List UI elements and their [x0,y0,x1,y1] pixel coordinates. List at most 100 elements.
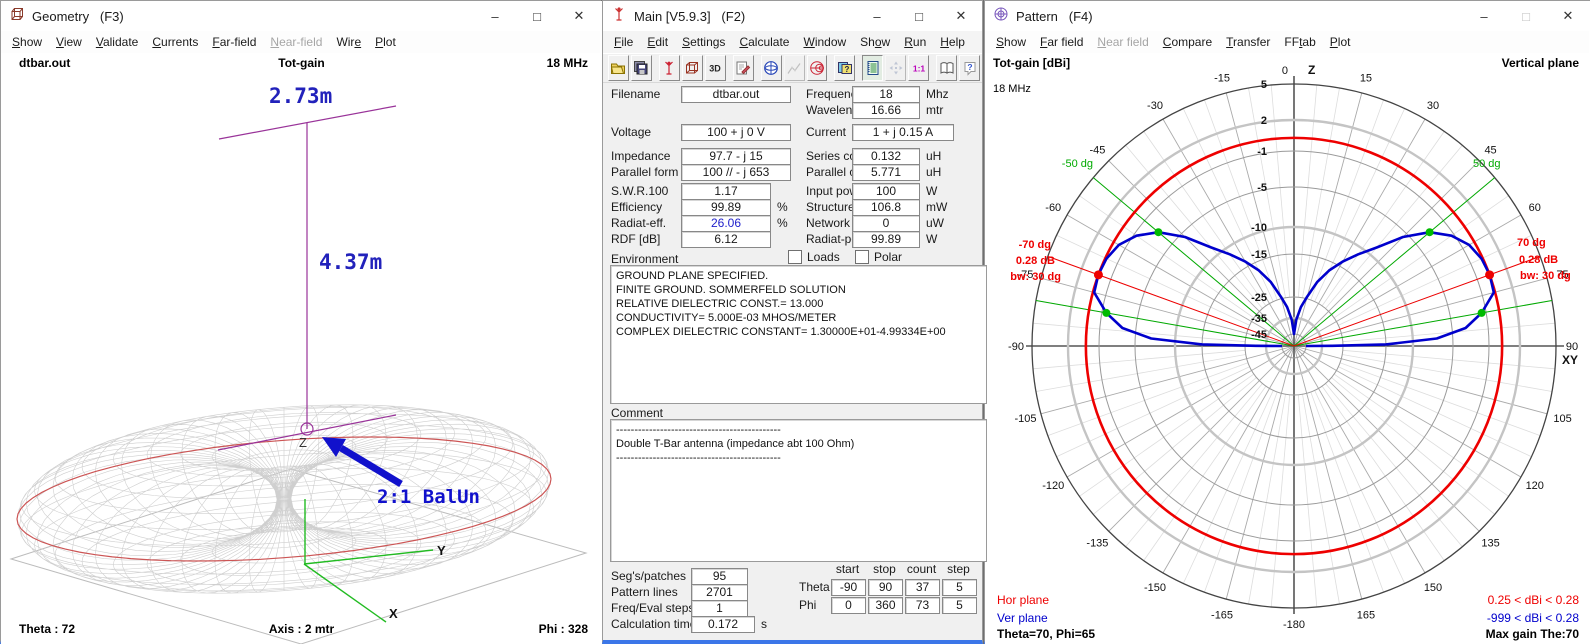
field-value-seg-s-patches[interactable]: 95 [691,568,748,585]
geometry-menu-far-field[interactable]: Far-field [205,32,263,52]
angle-phi-step[interactable]: 5 [942,597,977,614]
toolbar-optimizer-button[interactable] [885,55,906,81]
toolbar-run-nec-button[interactable] [659,55,680,81]
main-menu-window[interactable]: Window [796,32,853,52]
main-close-button[interactable]: ✕ [940,1,982,31]
field-value-impedance[interactable]: 97.7 - j 15 [681,148,791,165]
toolbar-far-field-pattern-button[interactable] [761,55,782,81]
field-value-filename[interactable]: dtbar.out [681,86,791,103]
main-menu-settings[interactable]: Settings [675,32,732,52]
field-value-freq-eval-steps[interactable]: 1 [691,600,748,617]
main-menu-run[interactable]: Run [897,32,933,52]
field-value-parallel-form[interactable]: 100 // - j 653 [681,164,791,181]
angle-theta-stop[interactable]: 90 [868,579,903,596]
documentation-icon [939,60,955,76]
geometry-frequency-label: 18 MHz [547,56,588,70]
toolbar-table-view-button[interactable] [862,55,883,81]
field-value-radiat-power[interactable]: 99.89 [852,231,920,248]
toolbar-help-button[interactable]: ? [959,55,980,81]
toolbar-scale-1-1-button[interactable]: 1:1 [908,55,929,81]
angle-table-header-stop: stop [868,562,901,576]
toolbar-smith-chart-button[interactable] [807,55,828,81]
geometry-menu-near-field[interactable]: Near-field [263,32,329,52]
main-menu-edit[interactable]: Edit [640,32,675,52]
field-value-voltage[interactable]: 100 + j 0 V [681,124,791,141]
angle-theta-start[interactable]: -90 [831,579,866,596]
main-menu-help[interactable]: Help [933,32,972,52]
geometry-menu-wire[interactable]: Wire [329,32,368,52]
field-value-wavelength[interactable]: 16.66 [852,102,920,119]
field-label-seg-s-patches: Seg's/patches [611,569,686,583]
field-value-efficiency[interactable]: 99.89 [681,199,771,216]
toolbar-view-style-button[interactable]: ? [834,55,855,81]
angle-phi-count[interactable]: 73 [905,597,940,614]
geometry-menu-view[interactable]: View [49,32,89,52]
toolbar-edit-nec-file-button[interactable] [733,55,754,81]
pattern-menu-fftab[interactable]: FFtab [1277,32,1322,52]
field-unit-network-loss: uW [926,216,944,230]
toolbar-documentation-button[interactable] [936,55,957,81]
toolbar-geometry-viewer-button[interactable] [682,55,703,81]
svg-text:-30: -30 [1147,100,1163,112]
field-value-input-power[interactable]: 100 [852,183,920,200]
pattern-maximize-button[interactable]: □ [1505,1,1547,31]
pattern-menu-compare[interactable]: Compare [1156,32,1219,52]
main-toolbar: 3D? 1:1? [603,53,982,83]
angle-phi-stop[interactable]: 360 [868,597,903,614]
main-menu-file[interactable]: File [607,32,640,52]
field-value-current[interactable]: 1 + j 0.15 A [852,124,954,141]
field-value-frequency[interactable]: 18 [852,86,920,103]
checkbox-loads[interactable] [788,250,802,264]
field-unit-wavelength: mtr [926,103,943,117]
field-value-radiat-eff-[interactable]: 26.06 [681,215,771,232]
toolbar-save-file-button[interactable] [631,55,652,81]
field-label-freq-eval-steps: Freq/Eval steps [611,601,694,615]
field-value-network-loss[interactable]: 0 [852,215,920,232]
polar-plot[interactable]: -165-150-135-120-105-90-75-60-45-30-1501… [985,1,1590,644]
geometry-close-button[interactable]: ✕ [558,1,600,31]
svg-text:-60: -60 [1045,202,1061,214]
geometry-menu-validate[interactable]: Validate [89,32,146,52]
svg-text:30: 30 [1427,100,1439,112]
svg-text:Y: Y [437,543,446,558]
geometry-minimize-button[interactable]: – [474,1,516,31]
pattern-menu-plot[interactable]: Plot [1323,32,1358,52]
pattern-minimize-button[interactable]: – [1463,1,1505,31]
toolbar-3d-viewer-button[interactable]: 3D [705,55,726,81]
main-minimize-button[interactable]: – [856,1,898,31]
geometry-menu-currents[interactable]: Currents [145,32,205,52]
pattern-menu-transfer[interactable]: Transfer [1219,32,1277,52]
field-label-current: Current [806,125,846,139]
main-maximize-button[interactable]: □ [898,1,940,31]
far-field-pattern-icon [763,60,779,76]
field-value-parallel-comp-[interactable]: 5.771 [852,164,920,181]
field-value-series-comp-[interactable]: 0.132 [852,148,920,165]
toolbar-open-file-button[interactable] [608,55,629,81]
angle-theta-count[interactable]: 37 [905,579,940,596]
comment-editor[interactable]: ----------------------------------------… [610,419,987,562]
toolbar-line-chart-button[interactable] [784,55,805,81]
geometry-window-title: Geometry (F3) [32,9,474,24]
field-value-calculation-time[interactable]: 0.172 [691,616,755,633]
geometry-menu-plot[interactable]: Plot [368,32,403,52]
angle-phi-start[interactable]: 0 [831,597,866,614]
run-nec-icon [661,60,677,76]
main-menu-show[interactable]: Show [853,32,897,52]
pattern-menu-far-field[interactable]: Far field [1033,32,1090,52]
svg-text:X: X [389,606,398,621]
svg-text:105: 105 [1553,413,1571,425]
geometry-menu-show[interactable]: Show [5,32,49,52]
field-value-rdf-db-[interactable]: 6.12 [681,231,771,248]
angle-theta-step[interactable]: 5 [942,579,977,596]
geometry-maximize-button[interactable]: □ [516,1,558,31]
pattern-close-button[interactable]: ✕ [1547,1,1589,31]
field-unit-parallel-comp-: uH [926,165,941,179]
pattern-menu-near-field[interactable]: Near field [1090,32,1155,52]
field-value-s-w-r-100[interactable]: 1.17 [681,183,771,200]
pattern-menu-show[interactable]: Show [989,32,1033,52]
field-value-pattern-lines[interactable]: 2701 [691,584,748,601]
field-value-structure-loss[interactable]: 106.8 [852,199,920,216]
checkbox-polar[interactable] [855,250,869,264]
main-menu-calculate[interactable]: Calculate [732,32,796,52]
geometry-3d-view[interactable]: XYZ2.73m4.37m2:1 BalUn [1,1,602,644]
